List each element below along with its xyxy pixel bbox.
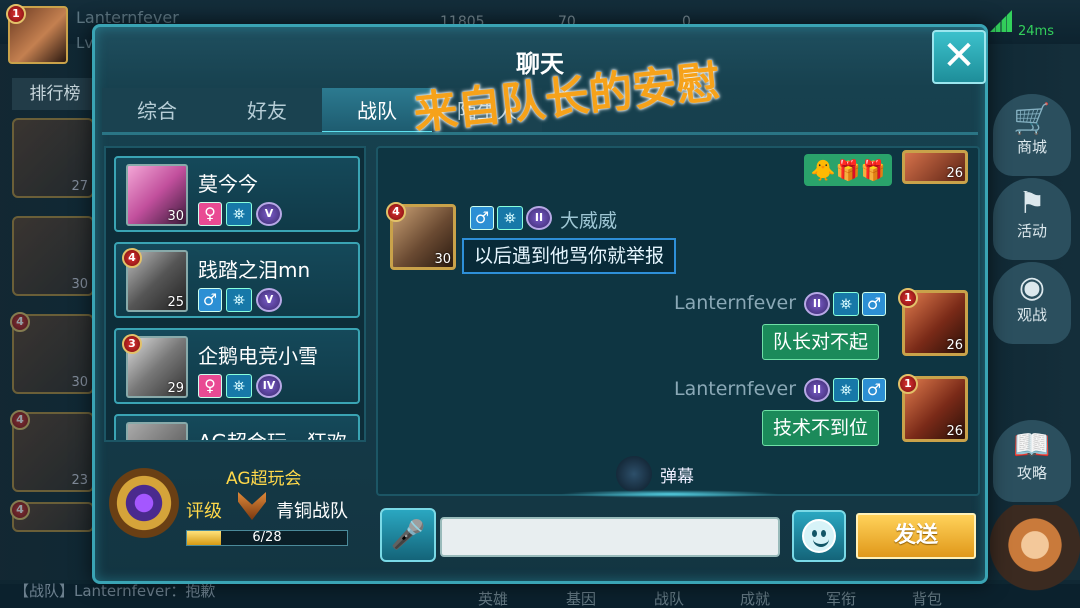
member-name: AG超会玩，狂欢	[198, 430, 347, 442]
nav-team[interactable]: 战队	[654, 588, 684, 608]
team-emblem-icon[interactable]	[106, 462, 182, 544]
message-bubble: 队长对不起	[762, 324, 880, 360]
book-icon: 📖	[1013, 428, 1051, 463]
rank-icon: II	[526, 206, 552, 230]
member-badge: 4	[122, 248, 142, 268]
emoji-icon	[802, 519, 836, 553]
leaderboard-tab[interactable]: 排行榜	[12, 78, 98, 110]
team-member-list[interactable]: 30 莫今今 ♀ ⛯ V 25 4 践踏之泪mn ♂ ⛯ V 29 3 企鹅电竞…	[104, 146, 366, 442]
send-button[interactable]: 发送	[856, 513, 976, 559]
shop-button[interactable]: 🛒 商城	[993, 94, 1071, 176]
team-progress-bar: 6/28	[186, 530, 348, 546]
message-bubble: 技术不到位	[762, 410, 880, 446]
list-item[interactable]: 25 4 践踏之泪mn ♂ ⛯ V	[114, 242, 360, 318]
member-name: 莫今今	[198, 172, 258, 196]
eye-icon: ◉	[1018, 270, 1046, 305]
list-item[interactable]: 30 莫今今 ♀ ⛯ V	[114, 156, 360, 232]
sender-badge: 1	[898, 288, 918, 308]
sender-badge: 4	[386, 202, 406, 222]
nav-rank[interactable]: 军衔	[826, 588, 856, 608]
rank-avatar[interactable]: 4 23	[10, 410, 94, 492]
close-icon: ✕	[942, 33, 976, 79]
sender-name: 大威威	[560, 210, 618, 232]
rank-icon: II	[804, 378, 830, 402]
cart-icon: 🛒	[1013, 102, 1051, 137]
member-badge: 3	[122, 334, 142, 354]
sender-name: Lanternfever	[674, 378, 797, 400]
danmu-toggle-icon[interactable]	[616, 456, 652, 492]
female-icon: ♀	[198, 202, 222, 226]
rank-icon: V	[256, 288, 282, 312]
events-button[interactable]: ⚑ 活动	[993, 178, 1071, 260]
message-area[interactable]	[376, 146, 980, 496]
hero-portrait	[990, 505, 1080, 605]
tab-general[interactable]: 综合	[102, 88, 212, 134]
nav-heroes[interactable]: 英雄	[478, 588, 508, 608]
sender-badge: 1	[898, 374, 918, 394]
rank-avatar[interactable]: 4	[10, 500, 94, 532]
voice-button[interactable]: 🎤	[380, 508, 436, 562]
avatar	[126, 422, 188, 440]
tab-divider	[102, 132, 978, 135]
rating-label: 评级	[186, 501, 222, 522]
avatar: 30	[126, 164, 188, 226]
female-icon: ♀	[198, 374, 222, 398]
sender-name: Lanternfever	[674, 292, 797, 314]
team-rank-name: 青铜战队	[276, 501, 348, 522]
close-button[interactable]: ✕	[932, 30, 986, 84]
team-icon: ⛯	[226, 202, 252, 226]
ping-value: 24ms	[1018, 24, 1054, 39]
player-badge: 1	[6, 4, 26, 24]
rank-avatar[interactable]: 30	[12, 216, 94, 296]
male-icon: ♂	[198, 288, 222, 312]
list-item[interactable]: AG超会玩，狂欢	[114, 414, 360, 442]
chat-tabs: 综合 好友 战队 陌生人	[102, 88, 542, 134]
chat-input[interactable]	[440, 517, 780, 557]
team-icon: ⛯	[833, 292, 859, 316]
rank-icon: IV	[256, 374, 282, 398]
team-name: AG超玩会	[226, 469, 302, 489]
team-icon: ⛯	[497, 206, 523, 230]
rank-icon: II	[804, 292, 830, 316]
progress-text: 6/28	[252, 530, 282, 545]
rank-icon: V	[256, 202, 282, 226]
member-name: 践踏之泪mn	[198, 258, 311, 282]
male-icon: ♂	[862, 292, 886, 316]
guide-button[interactable]: 📖 攻略	[993, 420, 1071, 502]
gift-message-bubble: 🐥🎁🎁	[804, 154, 892, 186]
spectate-button[interactable]: ◉ 观战	[993, 262, 1071, 344]
member-name: 企鹅电竞小雪	[198, 344, 318, 368]
male-icon: ♂	[470, 206, 494, 230]
message-bubble: 以后遇到他骂你就举报	[462, 238, 677, 274]
tab-friends[interactable]: 好友	[212, 88, 322, 134]
nav-achievements[interactable]: 成就	[740, 588, 770, 608]
rank-avatar[interactable]: 27	[12, 118, 94, 198]
flag-icon: ⚑	[1018, 186, 1046, 221]
avatar: 26	[902, 150, 968, 184]
team-icon: ⛯	[226, 374, 252, 398]
nav-bag[interactable]: 背包	[912, 588, 942, 608]
danmu-label[interactable]: 弹幕	[660, 462, 694, 487]
microphone-icon: 🎤	[390, 518, 426, 551]
nav-genes[interactable]: 基因	[566, 588, 596, 608]
team-icon: ⛯	[226, 288, 252, 312]
male-icon: ♂	[862, 378, 886, 402]
danmu-glow	[560, 490, 780, 498]
team-icon: ⛯	[833, 378, 859, 402]
list-item[interactable]: 29 3 企鹅电竞小雪 ♀ ⛯ IV	[114, 328, 360, 404]
emoji-button[interactable]	[792, 510, 846, 562]
rank-avatar[interactable]: 4 30	[10, 312, 94, 394]
